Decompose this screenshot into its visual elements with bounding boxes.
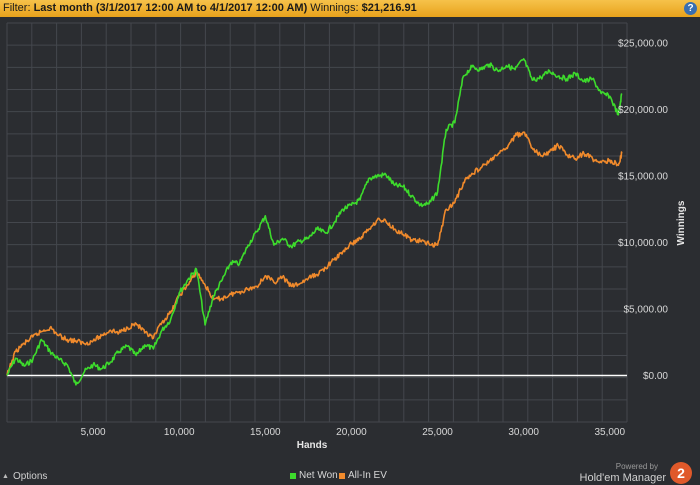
brand-name: Hold'em Manager	[579, 472, 666, 484]
filter-bar[interactable]: Filter: Last month (3/1/2017 12:00 AM to…	[0, 0, 700, 17]
y-tick-label: $0.00	[643, 371, 668, 382]
y-tick-label: $25,000.00	[618, 38, 668, 49]
options-button[interactable]: ▲ Options	[2, 471, 47, 482]
winnings-label: Winnings:	[307, 2, 362, 14]
x-tick-label: 35,000	[594, 427, 625, 438]
filter-prefix: Filter:	[3, 2, 34, 14]
legend-label-net-won: Net Won	[299, 470, 338, 481]
x-axis-title: Hands	[297, 440, 328, 451]
triangle-up-icon: ▲	[2, 473, 9, 480]
legend-label-all-in-ev: All-In EV	[348, 470, 387, 481]
y-tick-label: $5,000.00	[624, 304, 669, 315]
x-tick-label: 5,000	[81, 427, 106, 438]
y-axis-title: Winnings	[676, 200, 687, 245]
x-tick-label: 30,000	[508, 427, 539, 438]
y-tick-label: $10,000.00	[618, 238, 668, 249]
x-tick-label: 15,000	[250, 427, 281, 438]
winnings-graph: $0.00 $5,000.00 $10,000.00 $15,000.00 $20,00…	[6, 22, 687, 451]
legend-swatch-net-won	[290, 472, 296, 479]
hem2-logo-icon: 2	[670, 462, 692, 484]
legend-item-net-won[interactable]: Net Won	[290, 470, 338, 481]
series-line-all-in-ev	[6, 131, 623, 376]
y-tick-label: $15,000.00	[618, 171, 668, 182]
powered-by-text: Powered by	[615, 462, 658, 471]
series-lines	[6, 58, 623, 386]
grid	[6, 22, 628, 423]
legend-item-all-in-ev[interactable]: All-In EV	[339, 470, 387, 481]
x-tick-labels: 5,000 10,000 15,000 20,000 25,000 30,000 35,00…	[81, 427, 626, 438]
help-icon[interactable]: ?	[684, 2, 697, 15]
x-tick-label: 20,000	[336, 427, 367, 438]
winnings-value: $21,216.91	[361, 2, 417, 14]
options-label: Options	[12, 471, 48, 482]
y-tick-label: $20,000.00	[618, 105, 668, 116]
x-tick-label: 10,000	[164, 427, 195, 438]
filter-value: Last month (3/1/2017 12:00 AM to 4/1/201…	[33, 2, 308, 14]
legend-swatch-all-in-ev	[339, 472, 345, 479]
x-tick-label: 25,000	[422, 427, 453, 438]
